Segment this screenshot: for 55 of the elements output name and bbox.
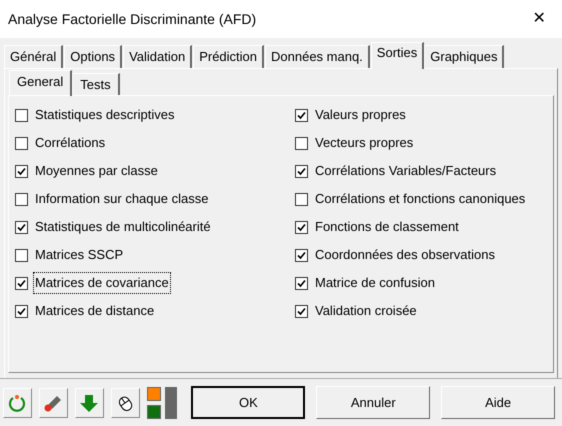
checkbox-label: Matrices SSCP: [34, 246, 124, 264]
checkbox-label: Matrices de distance: [34, 302, 156, 320]
checkbox-label: Corrélations et fonctions canoniques: [314, 190, 526, 208]
tab[interactable]: Prédiction: [193, 45, 264, 68]
checkbox-label: Matrices de covariance: [34, 273, 170, 293]
clear-button[interactable]: [38, 388, 68, 418]
color-swatch[interactable]: [146, 386, 161, 400]
checkbox[interactable]: [295, 164, 308, 178]
checkbox-label: Coordonnées des observations: [314, 246, 496, 264]
checkbox[interactable]: [295, 220, 308, 234]
checkbox[interactable]: [15, 136, 28, 150]
tab[interactable]: Options: [64, 45, 122, 68]
dialog-button[interactable]: Aide: [441, 386, 555, 419]
checkbox[interactable]: [295, 136, 308, 150]
checkbox-label: Matrice de confusion: [314, 274, 436, 292]
close-button[interactable]: ✕: [516, 0, 562, 38]
checkbox-label: Corrélations Variables/Facteurs: [314, 162, 498, 180]
checkbox[interactable]: [15, 164, 28, 178]
tab[interactable]: Sorties: [370, 42, 424, 69]
dialog-button[interactable]: Annuler: [316, 386, 430, 419]
dialog-button[interactable]: OK: [191, 386, 306, 419]
checkbox[interactable]: [15, 248, 28, 262]
checkbox-label: Moyennes par classe: [34, 162, 159, 180]
checkbox[interactable]: [15, 304, 28, 318]
checkbox-label: Fonctions de classement: [314, 218, 460, 236]
checkbox[interactable]: [295, 108, 308, 122]
checkbox[interactable]: [15, 220, 28, 234]
refresh-icon: [7, 392, 28, 412]
checkbox-label: Vecteurs propres: [314, 134, 414, 152]
checkbox-label: Corrélations: [34, 134, 106, 152]
reset-button[interactable]: [3, 388, 32, 418]
checkbox[interactable]: [15, 276, 28, 290]
checkbox[interactable]: [295, 192, 308, 206]
checkbox[interactable]: [295, 248, 308, 262]
checkbox-label: Information sur chaque classe: [34, 190, 210, 208]
tab[interactable]: General: [9, 70, 72, 96]
checkbox-label: Statistiques descriptives: [34, 106, 176, 124]
checkbox[interactable]: [295, 276, 308, 290]
tab[interactable]: Général: [4, 45, 64, 68]
toggle-bar[interactable]: [164, 386, 178, 418]
tab[interactable]: Tests: [72, 73, 120, 95]
down-button[interactable]: [74, 388, 104, 418]
checkbox[interactable]: [15, 192, 28, 206]
tab[interactable]: Données manq.: [265, 45, 370, 68]
checkbox[interactable]: [295, 304, 308, 318]
tab[interactable]: Graphiques: [424, 45, 504, 68]
checkbox-label: Valeurs propres: [314, 106, 407, 124]
checkbox-label: Validation croisée: [314, 302, 418, 320]
checkbox[interactable]: [15, 108, 28, 122]
mouse-button[interactable]: [110, 388, 140, 418]
checkbox-label: Statistiques de multicolinéarité: [34, 218, 212, 236]
color-swatch[interactable]: [146, 404, 161, 418]
window-title: Analyse Factorielle Discriminante (AFD): [8, 10, 256, 29]
tab[interactable]: Validation: [123, 45, 192, 68]
down-arrow-icon: [79, 392, 100, 412]
